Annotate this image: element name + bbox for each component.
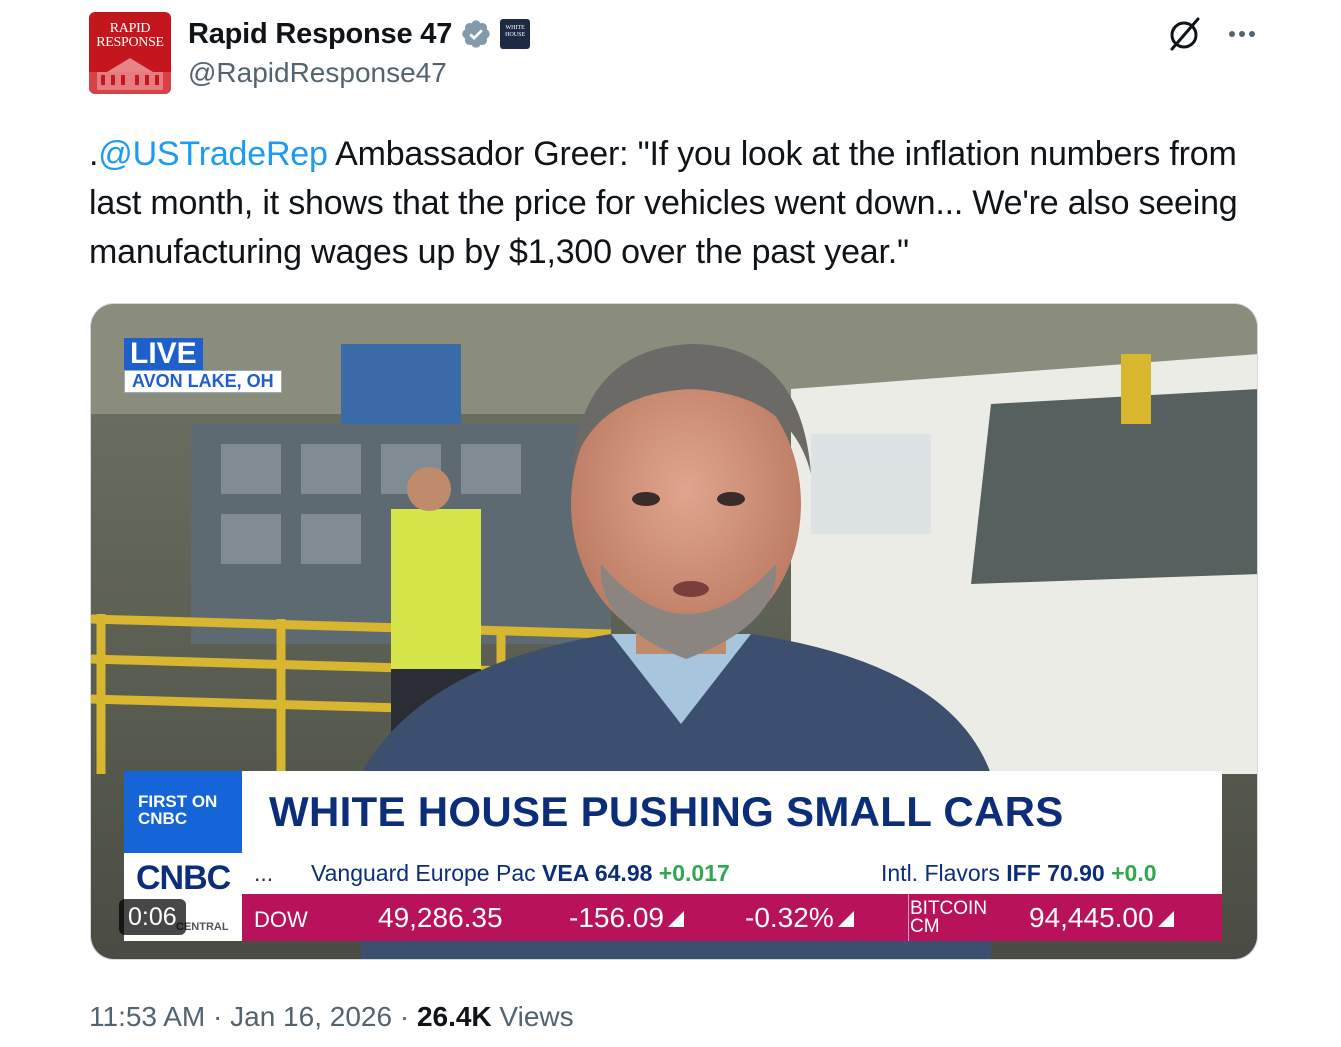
live-indicator: LIVE AVON LAKE, OH — [124, 338, 282, 393]
stock-ticker-top: ... Vanguard Europe Pac VEA 64.98 +0.017… — [242, 853, 1222, 894]
display-name[interactable]: Rapid Response 47 — [188, 18, 452, 51]
bitcoin-label: BITCOIN CM — [910, 898, 988, 937]
video-player[interactable]: LIVE AVON LAKE, OH FIRST ON CNBC WHITE H… — [90, 303, 1258, 960]
live-label: LIVE — [124, 338, 203, 370]
account-name-row[interactable]: Rapid Response 47 WHITE HOUSE — [188, 14, 531, 54]
dow-change: -156.09 — [569, 894, 684, 941]
more-options-icon[interactable] — [1222, 16, 1262, 52]
tweet-date[interactable]: Jan 16, 2026 — [230, 1001, 392, 1032]
dow-label: DOW — [254, 907, 308, 932]
ticker-quote: Vanguard Europe Pac VEA 64.98 +0.017 — [311, 860, 730, 886]
views-label[interactable]: Views — [492, 1001, 573, 1032]
avatar[interactable]: RAPID RESPONSE — [89, 12, 171, 94]
tweet-time[interactable]: 11:53 AM — [89, 1001, 205, 1032]
tweet-meta: 11:53 AM · Jan 16, 2026 · 26.4K Views — [89, 1001, 574, 1032]
verified-badge-icon — [462, 20, 490, 48]
mention-link[interactable]: @USTradeRep — [98, 135, 328, 173]
dow-value: 49,286.35 — [378, 902, 503, 933]
tweet-text: .@USTradeRep Ambassador Greer: "If you l… — [89, 135, 1238, 271]
handle[interactable]: @RapidResponse47 — [188, 57, 447, 89]
white-house-graphic — [89, 58, 171, 94]
cnbc-logo: CNBC — [136, 859, 231, 897]
avatar-text: RAPID RESPONSE — [96, 21, 164, 50]
headline-banner: WHITE HOUSE PUSHING SMALL CARS — [242, 771, 1222, 853]
video-time-badge: 0:06 — [119, 899, 186, 935]
stock-ticker-bottom: DOW 49,286.35 -156.09 -0.32% BITCOIN CM … — [242, 894, 1222, 941]
ticker-quote: Intl. Flavors IFF 70.90 +0.0 — [881, 860, 1157, 886]
dow-percent: -0.32% — [745, 894, 854, 941]
bitcoin-value: 94,445.00 — [1029, 894, 1174, 941]
first-on-cnbc: FIRST ON CNBC — [124, 771, 242, 853]
affiliate-badge[interactable]: WHITE HOUSE — [500, 19, 531, 49]
grok-icon[interactable] — [1164, 14, 1204, 54]
live-location: AVON LAKE, OH — [124, 370, 282, 393]
views-count[interactable]: 26.4K — [417, 1001, 492, 1032]
